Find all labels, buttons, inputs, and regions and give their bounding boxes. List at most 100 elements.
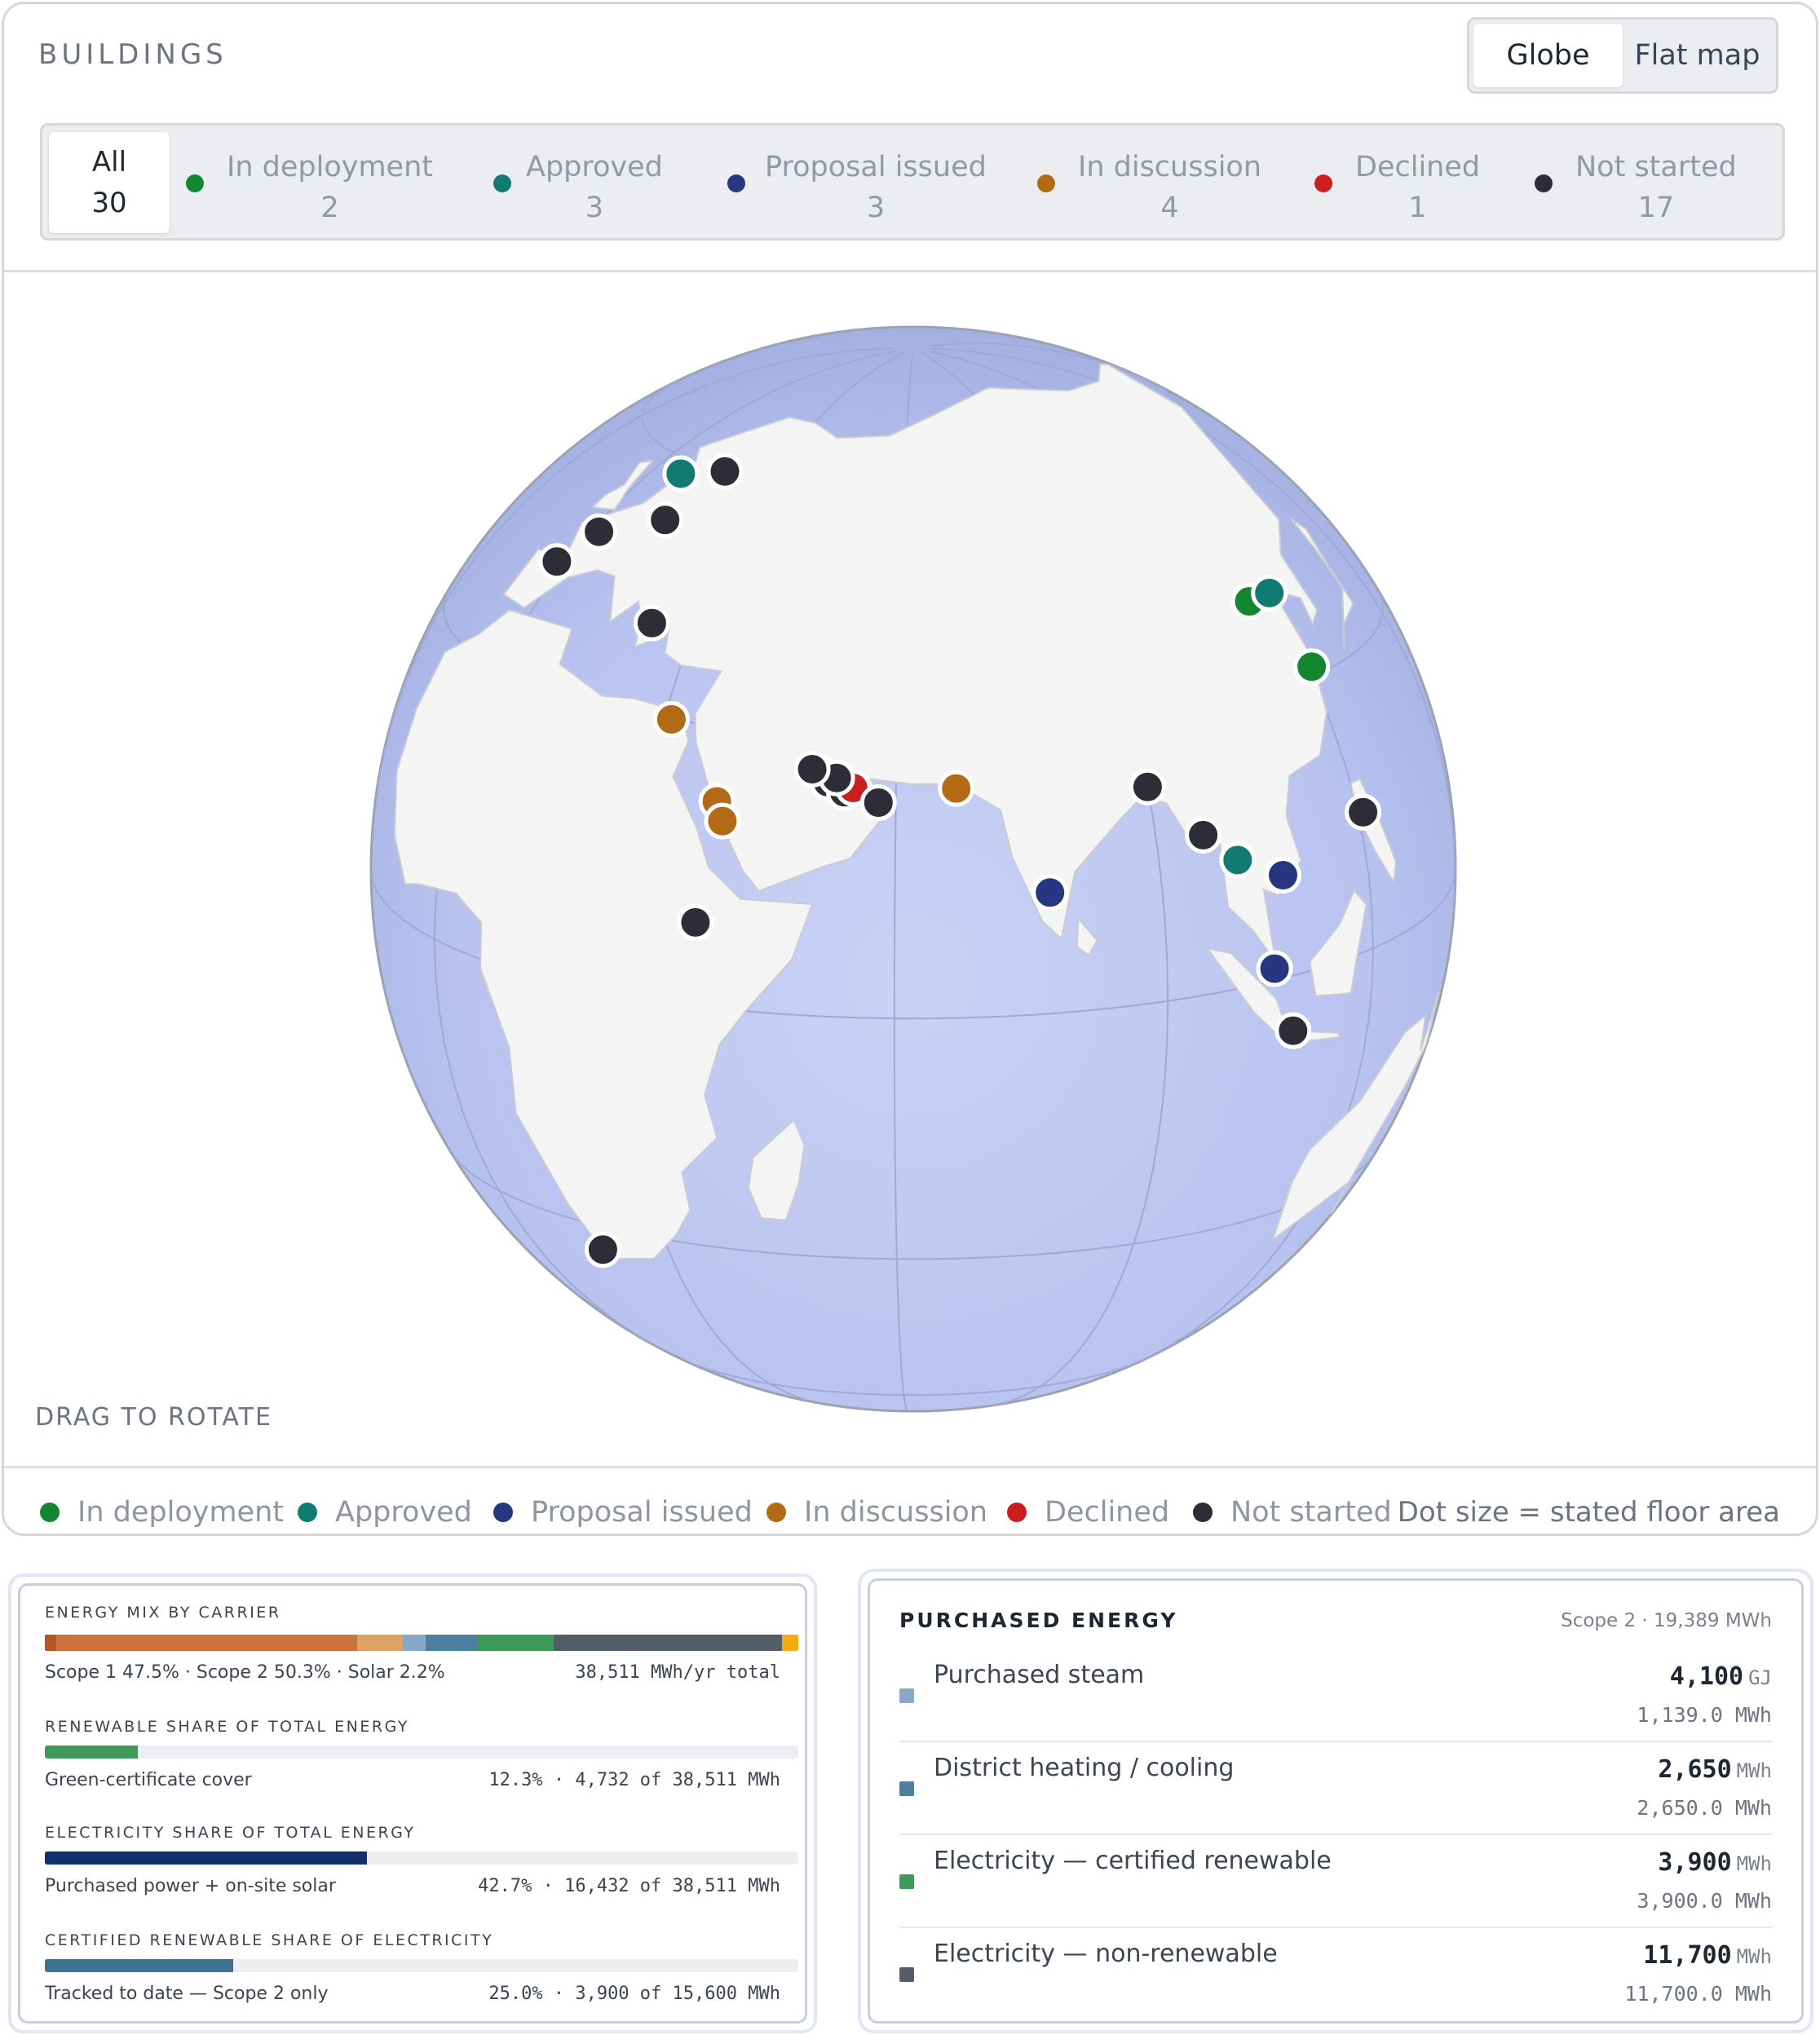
color-swatch [899,1874,914,1889]
row-name: Electricity — non-renewable [934,1940,1278,1968]
building-marker-approved[interactable] [1251,574,1288,611]
drag-to-rotate-hint: DRAG TO ROTATE [35,1403,272,1432]
building-marker-not-started[interactable] [1129,768,1166,805]
filter-label: In deployment [227,151,433,183]
in-deployment-dot-icon [40,1503,60,1522]
status-legend: In deployment Approved Proposal issued I… [4,1488,1816,1534]
row-secondary-value: 11,700.0 MWh [1624,1982,1772,2006]
globe-view-button[interactable]: Globe [1473,24,1623,87]
filter-in-discussion[interactable]: In discussion 4 [1037,132,1282,233]
in-discussion-dot-icon [766,1503,786,1522]
building-marker-approved[interactable] [1219,841,1257,879]
energy-mix-segment [55,1635,358,1651]
legend-label: Not started [1230,1496,1392,1529]
filter-count: 4 [1160,192,1179,224]
building-marker-not-started[interactable] [1185,816,1222,854]
row-name: Electricity — certified renewable [934,1847,1332,1875]
metric-title: CERTIFIED RENEWABLE SHARE OF ELECTRICITY [45,1931,494,1949]
building-marker-in-discussion[interactable] [652,700,690,738]
building-marker-in-discussion[interactable] [704,802,741,840]
value-unit: MWh [1736,1852,1772,1875]
filter-label: Proposal issued [765,151,987,183]
declined-dot-icon [1007,1503,1027,1522]
metric-value: 25.0% · 3,900 of 15,600 MWh [488,1984,780,2004]
energy-row-district-heating: District heating / cooling 2,650 MWh 2,65… [899,1752,1772,1845]
proposal-issued-dot-icon [493,1503,513,1522]
building-marker-proposal-issued[interactable] [1256,950,1293,987]
building-marker-not-started[interactable] [677,903,714,941]
building-marker-in-deployment[interactable] [1293,648,1331,686]
legend-label: Declined [1045,1496,1170,1529]
energy-row-electricity-renewable: Electricity — certified renewable 3,900 M… [899,1845,1772,1938]
filter-all-count: 30 [91,187,127,219]
building-marker-not-started[interactable] [1274,1012,1312,1049]
buildings-card: BUILDINGS Globe Flat map All 30 In deplo… [2,2,1818,1536]
globe-area [4,272,1816,1466]
energy-row-electricity-non-renewable: Electricity — non-renewable 11,700 MWh 11… [899,1938,1772,2031]
flat-map-view-button[interactable]: Flat map [1623,24,1772,87]
color-swatch [899,1967,914,1982]
row-primary-value: 4,100 GJ [1670,1662,1772,1691]
building-marker-proposal-issued[interactable] [1265,857,1301,894]
row-primary-value: 3,900 MWh [1658,1848,1772,1877]
filter-count: 3 [866,192,886,224]
building-marker-not-started[interactable] [584,1231,621,1269]
metric-value: 42.7% · 16,432 of 38,511 MWh [478,1876,780,1896]
building-marker-approved[interactable] [662,455,700,492]
row-primary-value: 11,700 MWh [1643,1941,1772,1970]
globe-map[interactable] [369,325,1457,1413]
purchased-energy-panel: PURCHASED ENERGY Scope 2 · 19,389 MWh Pu… [868,1578,1804,2024]
building-marker-in-discussion[interactable] [938,770,975,807]
filter-all[interactable]: All 30 [49,132,170,233]
row-primary-value: 2,650 MWh [1658,1755,1772,1784]
energy-mix-title: ENERGY MIX BY CARRIER [45,1604,281,1622]
metric-label: Purchased power + on-site solar [45,1876,336,1896]
energy-mix-card: ENERGY MIX BY CARRIER Scope 1 47.5% · Sc… [8,1573,817,2033]
energy-mix-panel: ENERGY MIX BY CARRIER Scope 1 47.5% · Sc… [18,1583,807,2024]
building-marker-not-started[interactable] [1345,793,1382,831]
value-unit: GJ [1748,1666,1772,1689]
purchased-energy-card: PURCHASED ENERGY Scope 2 · 19,389 MWh Pu… [858,1569,1813,2033]
row-secondary-value: 3,900.0 MWh [1637,1889,1772,1913]
certified-renewable-bar [45,1959,798,1972]
buildings-title: BUILDINGS [38,38,228,71]
value-number: 3,900 [1658,1848,1732,1877]
building-marker-not-started[interactable] [647,501,684,539]
in-discussion-dot-icon [1037,174,1055,192]
metric-title: RENEWABLE SHARE OF TOTAL ENERGY [45,1718,409,1736]
filter-proposal-issued[interactable]: Proposal issued 3 [727,132,1005,233]
renewable-share-bar [45,1746,798,1759]
energy-mix-segment [45,1635,56,1651]
energy-mix-segment [402,1635,426,1651]
electricity-share-bar-fill [45,1851,367,1865]
building-marker-not-started[interactable] [581,513,618,550]
color-swatch [899,1781,914,1796]
energy-mix-segment [781,1635,798,1651]
not-started-dot-icon [1535,174,1553,192]
filter-declined[interactable]: Declined 1 [1314,132,1502,233]
building-marker-not-started[interactable] [706,452,744,490]
building-marker-not-started[interactable] [633,604,670,642]
filter-in-deployment[interactable]: In deployment 2 [186,132,433,233]
electricity-share-bar [45,1851,798,1865]
legend-label: In discussion [804,1496,988,1529]
building-marker-not-started[interactable] [859,784,897,821]
filter-label: Not started [1575,151,1737,183]
building-marker-not-started[interactable] [793,751,831,788]
row-secondary-value: 1,139.0 MWh [1637,1703,1772,1727]
energy-mix-total: 38,511 MWh/yr total [575,1662,780,1683]
energy-mix-segment [357,1635,403,1651]
metric-label: Green-certificate cover [45,1770,252,1790]
row-name: District heating / cooling [934,1754,1235,1782]
legend-label: In deployment [77,1496,284,1529]
building-marker-proposal-issued[interactable] [1031,874,1069,911]
filter-not-started[interactable]: Not started 17 [1535,132,1763,233]
status-filter-bar: All 30 In deployment 2 Approved 3 Propos… [40,123,1785,241]
value-number: 2,650 [1658,1755,1732,1784]
legend-label: Approved [335,1496,472,1529]
filter-approved[interactable]: Approved 3 [493,132,673,233]
row-divider [899,1834,1772,1835]
building-marker-not-started[interactable] [538,543,576,580]
renewable-share-bar-fill [45,1746,138,1759]
filter-count: 17 [1637,192,1675,224]
